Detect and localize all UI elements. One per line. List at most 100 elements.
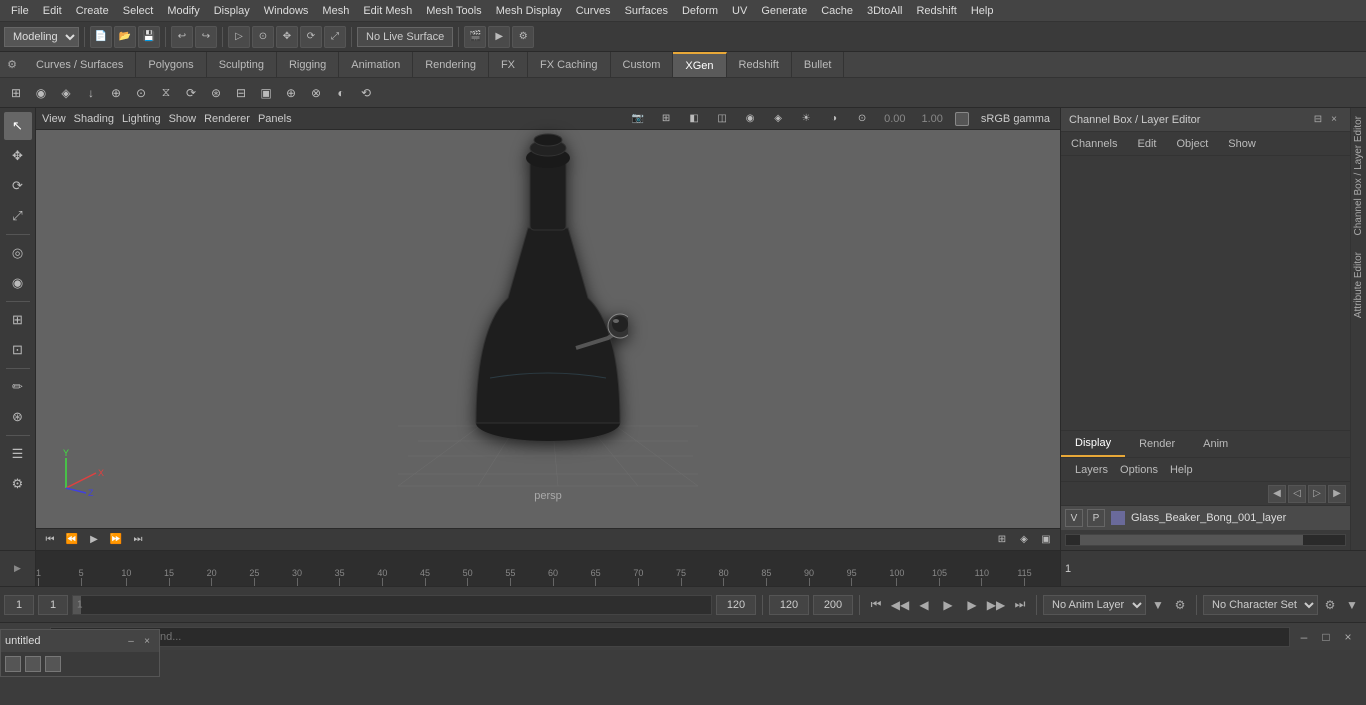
char-set-menu-btn[interactable]: ▼ [1342,595,1362,615]
xgen-icon-7[interactable]: ⧖ [154,81,178,105]
new-file-btn[interactable]: 📄 [90,26,112,48]
xgen-icon-14[interactable]: ◐ [329,81,353,105]
menu-generate[interactable]: Generate [754,0,814,21]
settings-tool[interactable]: ⚙ [4,470,32,498]
frame-end-anim-input[interactable] [716,595,756,615]
layers-help-menu[interactable]: Help [1164,464,1199,476]
menu-edit-mesh[interactable]: Edit Mesh [356,0,419,21]
panel-float-btn[interactable]: ⊟ [1310,112,1326,128]
render-settings-btn[interactable]: ⚙ [512,26,534,48]
bb-play-start[interactable]: ⏮ [866,595,886,615]
select-tool-btn[interactable]: ▷ [228,26,250,48]
layer-visibility-btn[interactable]: V [1065,509,1083,527]
bb-next-frame[interactable]: ▶ [962,595,982,615]
xgen-icon-13[interactable]: ⊗ [304,81,328,105]
vp-play[interactable]: ▶ [84,531,104,549]
layer-prev2-btn[interactable]: ◁ [1288,485,1306,503]
viewport-content[interactable]: persp X Y Z [36,130,1060,528]
bb-step-back[interactable]: ◀◀ [890,595,910,615]
layer-prev-btn[interactable]: ◀ [1268,485,1286,503]
menu-create[interactable]: Create [69,0,116,21]
wireframe-icon[interactable]: ◫ [712,110,732,128]
layer-playback-btn[interactable]: P [1087,509,1105,527]
open-file-btn[interactable]: 📂 [114,26,136,48]
frame-current-input[interactable] [38,595,68,615]
paint-tool[interactable]: ✏ [4,373,32,401]
redo-btn[interactable]: ↪ [195,26,217,48]
bb-play-end[interactable]: ⏭ [1010,595,1030,615]
camera-icon[interactable]: 📷 [628,110,648,128]
tab-curves-surfaces[interactable]: Curves / Surfaces [24,52,136,77]
xgen-icon-11[interactable]: ▣ [254,81,278,105]
menu-mesh-display[interactable]: Mesh Display [489,0,569,21]
menu-select[interactable]: Select [116,0,161,21]
menu-uv[interactable]: UV [725,0,754,21]
show-menu[interactable]: Show [169,113,197,125]
panels-menu[interactable]: Panels [258,113,292,125]
vp-playback-start[interactable]: ⏮ [40,531,60,549]
tab-animation[interactable]: Animation [339,52,413,77]
frame-start-input[interactable] [4,595,34,615]
float-win-min-btn[interactable]: – [123,633,139,649]
xgen-icon-6[interactable]: ⊙ [129,81,153,105]
menu-display[interactable]: Display [207,0,257,21]
side-tab-attribute-editor[interactable]: Attribute Editor [1351,244,1366,326]
shaded-icon[interactable]: ◉ [740,110,760,128]
menu-mesh[interactable]: Mesh [315,0,356,21]
color-space-icon[interactable] [955,112,969,126]
textured-icon[interactable]: ◈ [768,110,788,128]
display-tab[interactable]: Display [1061,431,1125,457]
menu-file[interactable]: File [4,0,36,21]
anim-tab[interactable]: Anim [1189,431,1242,457]
undo-btn[interactable]: ↩ [171,26,193,48]
char-set-settings-btn[interactable]: ⚙ [1320,595,1340,615]
console-close-btn[interactable]: × [1338,627,1358,647]
channels-tab[interactable]: Channels [1061,132,1127,155]
lasso-tool[interactable]: ⊡ [4,336,32,364]
live-surface-btn[interactable]: No Live Surface [357,27,453,47]
float-win-close-btn[interactable]: × [139,633,155,649]
layers-scrollbar[interactable] [1065,534,1346,546]
vp-step-back[interactable]: ⏪ [62,531,82,549]
render-btn[interactable]: 🎬 [464,26,486,48]
tab-custom[interactable]: Custom [611,52,674,77]
display-mode[interactable]: ◧ [684,110,704,128]
soft-select-tool[interactable]: ◉ [4,269,32,297]
menu-help[interactable]: Help [964,0,1001,21]
xgen-icon-5[interactable]: ⊕ [104,81,128,105]
menu-modify[interactable]: Modify [160,0,206,21]
sculpt-tool[interactable]: ⊛ [4,403,32,431]
vp-grid-toggle[interactable]: ⊞ [992,531,1012,549]
scale-tool[interactable]: ⤢ [4,202,32,230]
vp-playback-end[interactable]: ⏭ [128,531,148,549]
move-btn[interactable]: ✥ [276,26,298,48]
vp-isolate[interactable]: ◈ [1014,531,1034,549]
lighting-icon[interactable]: ☀ [796,110,816,128]
tab-rendering[interactable]: Rendering [413,52,489,77]
tab-fx[interactable]: FX [489,52,528,77]
snap-tool[interactable]: ◎ [4,239,32,267]
tab-xgen[interactable]: XGen [673,52,726,77]
renderer-menu[interactable]: Renderer [204,113,250,125]
lighting-menu[interactable]: Lighting [122,113,161,125]
edit-tab[interactable]: Edit [1127,132,1166,155]
shadow-icon[interactable]: ◑ [824,110,844,128]
ipr-btn[interactable]: ▶ [488,26,510,48]
anim-layer-selector[interactable]: No Anim Layer [1043,595,1146,615]
tab-redshift[interactable]: Redshift [727,52,792,77]
frame-end-total-input[interactable] [813,595,853,615]
menu-cache[interactable]: Cache [814,0,860,21]
menu-deform[interactable]: Deform [675,0,725,21]
save-file-btn[interactable]: 💾 [138,26,160,48]
xgen-icon-4[interactable]: ↓ [79,81,103,105]
view-menu[interactable]: View [42,113,66,125]
layer-next2-btn[interactable]: ▷ [1308,485,1326,503]
shading-menu[interactable]: Shading [74,113,114,125]
tab-fx-caching[interactable]: FX Caching [528,52,610,77]
menu-3dtoa[interactable]: 3DtoAll [860,0,909,21]
lasso-btn[interactable]: ⊙ [252,26,274,48]
scale-btn[interactable]: ⤢ [324,26,346,48]
bb-play[interactable]: ▶ [938,595,958,615]
xgen-icon-2[interactable]: ◉ [29,81,53,105]
vp-resolution-gate[interactable]: ▣ [1036,531,1056,549]
